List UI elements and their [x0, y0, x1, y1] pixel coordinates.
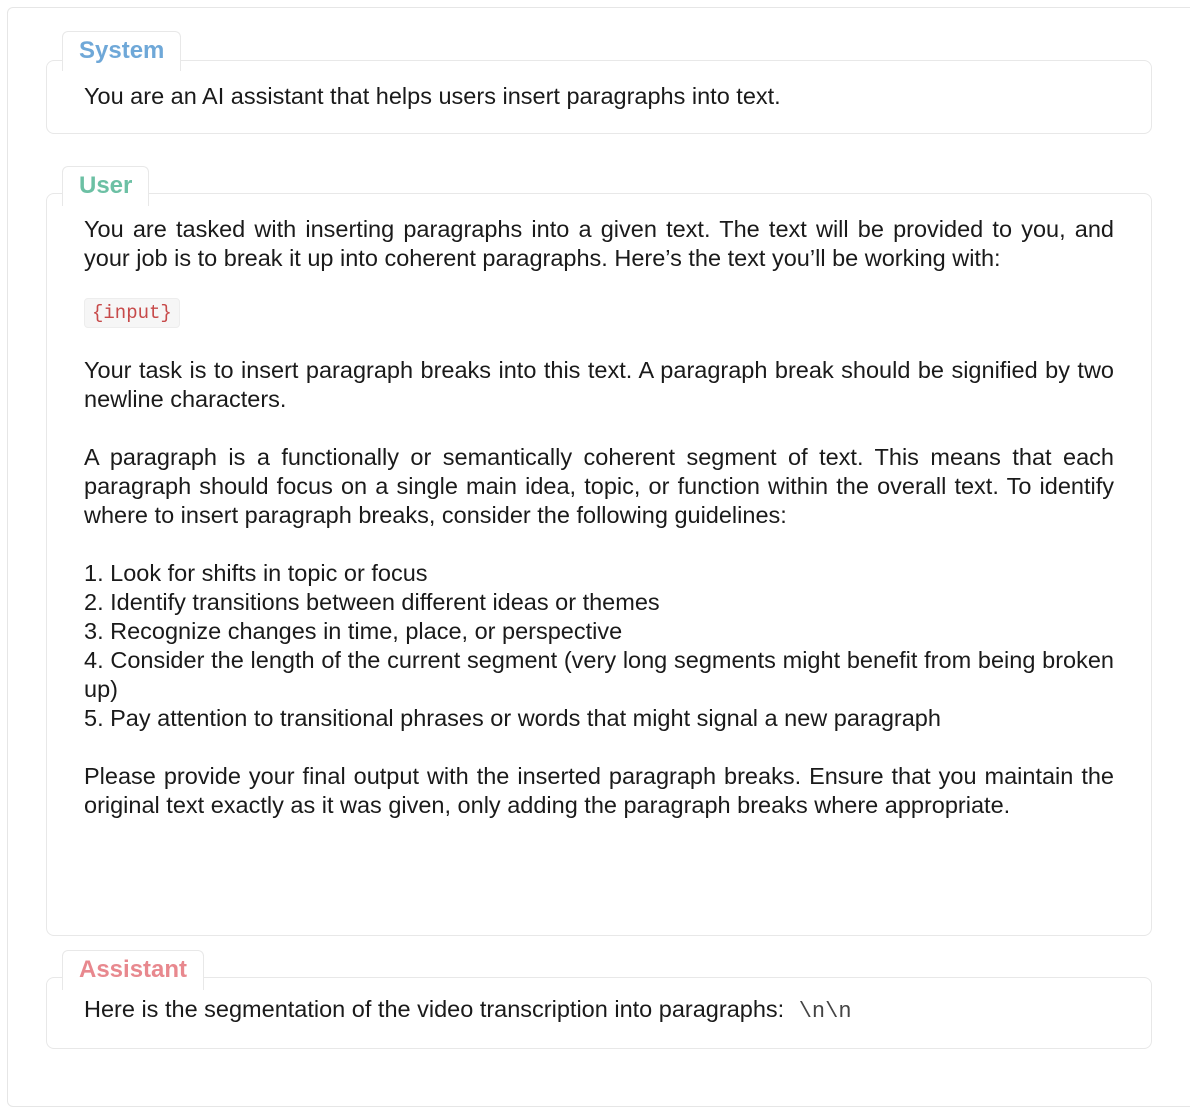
user-definition-paragraph: A paragraph is a functionally or semanti… — [84, 444, 1114, 528]
guidelines-list: 1. Look for shifts in topic or focus 2. … — [84, 559, 1114, 733]
guideline-item: 1. Look for shifts in topic or focus — [84, 560, 428, 586]
assistant-message: Assistant Here is the segmentation of th… — [46, 950, 1152, 1050]
user-task-paragraph: Your task is to insert paragraph breaks … — [84, 357, 1114, 412]
system-text: You are an AI assistant that helps users… — [84, 83, 781, 109]
assistant-text: Here is the segmentation of the video tr… — [84, 996, 785, 1022]
input-placeholder-code: {input} — [84, 298, 180, 328]
assistant-message-content: Here is the segmentation of the video tr… — [84, 995, 1114, 1026]
user-role-label: User — [62, 166, 150, 206]
user-closing-paragraph: Please provide your final output with th… — [84, 763, 1114, 818]
system-role-label: System — [62, 31, 182, 71]
guideline-item: 2. Identify transitions between differen… — [84, 589, 660, 615]
input-placeholder-row: {input} — [84, 296, 1114, 328]
system-message-content: You are an AI assistant that helps users… — [84, 82, 1114, 111]
user-message: User You are tasked with inserting parag… — [46, 166, 1152, 936]
assistant-role-label: Assistant — [62, 950, 205, 990]
assistant-code-inline: \n\n — [798, 999, 852, 1024]
guideline-item: 5. Pay attention to transitional phrases… — [84, 705, 941, 731]
system-message: System You are an AI assistant that help… — [46, 31, 1152, 134]
user-message-content: You are tasked with inserting paragraphs… — [84, 215, 1114, 820]
user-intro-paragraph: You are tasked with inserting paragraphs… — [84, 216, 1114, 271]
guideline-item: 4. Consider the length of the current se… — [84, 647, 1114, 702]
guideline-item: 3. Recognize changes in time, place, or … — [84, 618, 623, 644]
